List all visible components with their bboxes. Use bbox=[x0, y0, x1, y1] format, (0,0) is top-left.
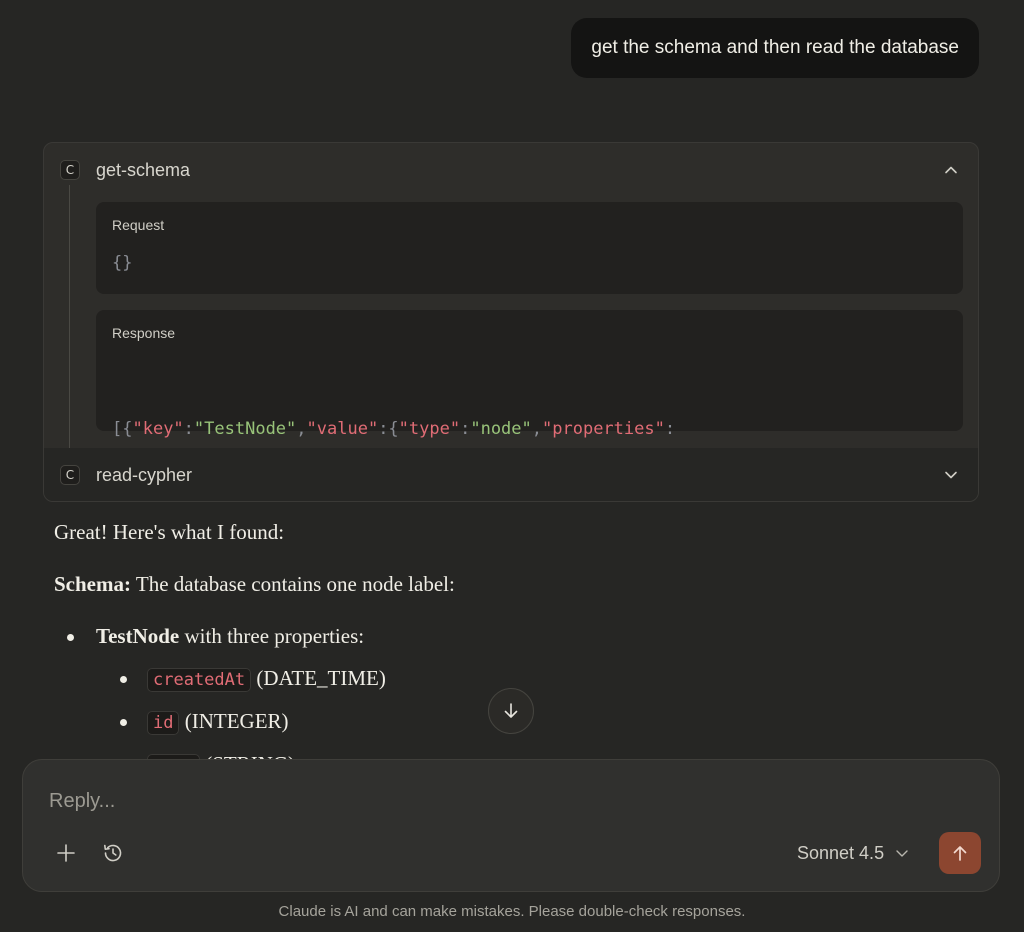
user-message-text: get the schema and then read the databas… bbox=[591, 37, 959, 58]
arrow-down-icon bbox=[504, 703, 518, 718]
scroll-to-bottom-button[interactable] bbox=[488, 688, 534, 734]
list-item-node: TestNode with three properties: bbox=[54, 620, 974, 662]
tool-badge: C bbox=[60, 160, 80, 180]
answer-schema-line: Schema: The database contains one node l… bbox=[54, 568, 974, 620]
json-punctuation: : bbox=[183, 419, 194, 439]
node-name: TestNode bbox=[96, 624, 180, 648]
response-label: Response bbox=[112, 325, 176, 341]
property-code: createdAt bbox=[147, 668, 252, 692]
model-selector[interactable]: Sonnet 4.5 bbox=[797, 838, 910, 868]
arrow-up-icon bbox=[953, 846, 967, 861]
schema-label: Schema: bbox=[54, 572, 131, 596]
assistant-answer: Great! Here's what I found: Schema: The … bbox=[54, 516, 974, 791]
json-key: "value" bbox=[306, 419, 379, 439]
request-body: {} bbox=[112, 253, 133, 273]
reply-composer: Sonnet 4.5 bbox=[22, 759, 1000, 892]
answer-intro: Great! Here's what I found: bbox=[54, 520, 285, 544]
tool-call-read-cypher-header[interactable]: C read-cypher bbox=[44, 448, 978, 501]
add-attachment-button[interactable] bbox=[49, 836, 83, 870]
tool-name: read-cypher bbox=[96, 464, 193, 485]
property-code: id bbox=[147, 711, 180, 735]
model-name: Sonnet 4.5 bbox=[797, 842, 885, 863]
json-key: "type" bbox=[398, 419, 461, 439]
tool-connector-line bbox=[69, 185, 70, 457]
json-punctuation: , bbox=[296, 419, 307, 439]
json-key: "key" bbox=[132, 419, 184, 439]
json-punctuation: [{ bbox=[112, 419, 133, 439]
request-label: Request bbox=[112, 217, 165, 233]
tool-name: get-schema bbox=[96, 159, 191, 180]
schema-text: The database contains one node label: bbox=[131, 572, 455, 596]
plus-icon bbox=[57, 844, 75, 862]
clock-history-icon bbox=[104, 844, 122, 862]
property-type: (DATE_TIME) bbox=[251, 666, 386, 690]
disclaimer-footer: Claude is AI and can make mistakes. Plea… bbox=[278, 903, 746, 920]
tool-call-get-schema-header[interactable]: C get-schema bbox=[44, 143, 978, 197]
json-string: "TestNode" bbox=[193, 419, 297, 439]
node-text: with three properties: bbox=[179, 624, 365, 648]
history-button[interactable] bbox=[96, 836, 130, 870]
response-block: Response [{"key":"TestNode","value":{"ty… bbox=[96, 310, 963, 439]
json-string: "node" bbox=[470, 419, 532, 439]
response-line-1: [{"key":"TestNode","value":{"type":"node… bbox=[112, 415, 716, 444]
send-button[interactable] bbox=[939, 832, 981, 874]
reply-input[interactable] bbox=[49, 786, 929, 816]
json-punctuation: :{ bbox=[378, 419, 399, 439]
json-key: "properties" bbox=[542, 419, 665, 439]
request-block: Request {} bbox=[96, 202, 963, 294]
tool-calls-panel: C get-schema Request {} Response [{"key"… bbox=[43, 142, 979, 502]
tool-badge: C bbox=[60, 465, 80, 485]
user-message-bubble: get the schema and then read the databas… bbox=[571, 18, 979, 78]
property-type: (INTEGER) bbox=[179, 709, 289, 733]
chevron-down-icon bbox=[896, 850, 908, 857]
chevron-up-icon[interactable] bbox=[942, 161, 960, 179]
json-punctuation: : bbox=[460, 419, 471, 439]
json-punctuation: : bbox=[664, 419, 676, 439]
json-punctuation: , bbox=[531, 419, 543, 439]
chevron-down-icon[interactable] bbox=[942, 466, 960, 484]
